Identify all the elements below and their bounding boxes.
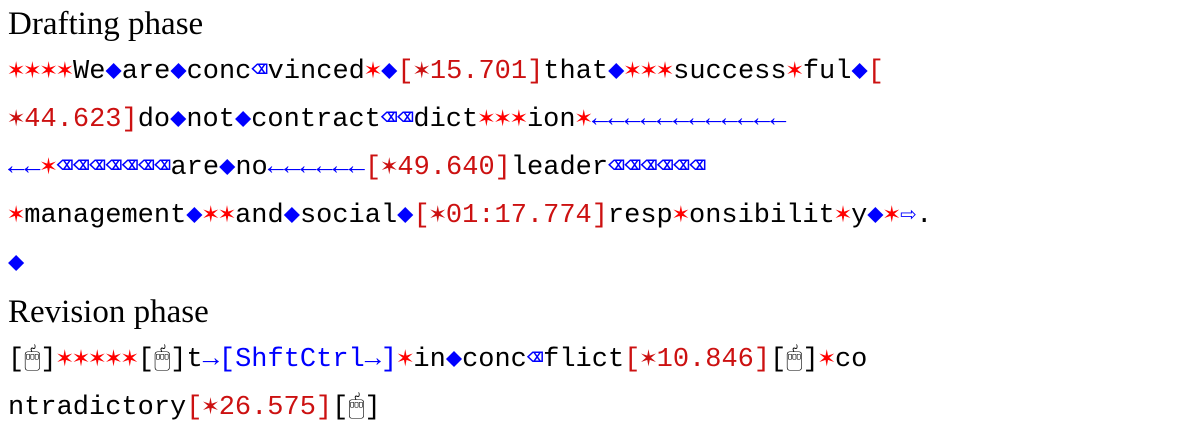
pause-marker: ✶✶✶ [478,105,527,135]
pause-marker: ✶✶✶✶✶ [56,345,138,375]
log-text: in [413,345,446,375]
log-text: that [543,57,609,87]
key-event: ◆ [397,201,414,231]
timestamp: [✶10.846] [624,345,771,375]
key-event: ◆ [219,153,236,183]
drafting-phase-log: ✶✶✶✶We◆are◆conc⌫vinced✶◆[✶15.701]that◆✶✶… [8,48,1188,288]
key-event: →[ShftCtrl→] [202,345,398,375]
key-event: ◆ [170,105,187,135]
log-text: [🖱] [332,393,381,423]
log-text: resp [607,201,673,231]
log-text: [🖱] [770,345,819,375]
pause-marker: ✶ [397,345,414,375]
key-event: ◆ [105,57,122,87]
pause-marker: ✶ [883,201,900,231]
key-event: ⌫⌫⌫⌫⌫⌫⌫ [56,153,171,183]
log-text: co [834,345,868,375]
key-event: ◆ [867,201,884,231]
key-event: ⌫ [251,57,268,87]
timestamp: [✶49.640] [364,153,511,183]
log-text: dict [413,105,479,135]
key-event: ⌫⌫⌫⌫⌫⌫ [608,153,706,183]
pause-marker: ✶ [364,57,382,87]
key-event: ◆ [851,57,868,87]
log-text: [🖱]t [137,345,203,375]
pause-marker: ✶✶ [202,201,236,231]
drafting-log-line: ←←✶⌫⌫⌫⌫⌫⌫⌫are◆no←←←←←←[✶49.640]leader⌫⌫⌫… [8,144,1188,192]
timestamp: ✶44.623] [8,105,138,135]
pause-marker: ✶ [8,201,25,231]
log-text: do [137,105,171,135]
log-text: contract [251,105,381,135]
pause-marker: ✶ [818,345,835,375]
log-text: conc [186,57,252,87]
key-event: ←← [8,153,41,183]
drafting-log-line: ◆ [8,240,1188,288]
log-text: onsibilit [689,201,835,231]
pause-marker: ✶ [672,201,689,231]
revision-phase-log: [🖱]✶✶✶✶✶[🖱]t→[ShftCtrl→]✶in◆conc⌫flict[✶… [8,336,1188,432]
log-text: y [851,201,868,231]
drafting-log-line: ✶management◆✶✶and◆social◆[✶01:17.774]res… [8,192,1188,240]
log-text: are [170,153,220,183]
timestamp: [✶26.575] [186,393,333,423]
log-text: social [299,201,398,231]
key-event: ⇨ [899,201,917,231]
key-event: ◆ [445,345,463,375]
log-text: no [235,153,268,183]
log-text: [🖱] [8,345,57,375]
pause-marker: ✶ [834,201,852,231]
timestamp: [✶01:17.774] [413,201,608,231]
key-event: ◆ [608,57,625,87]
revision-log-line: [🖱]✶✶✶✶✶[🖱]t→[ShftCtrl→]✶in◆conc⌫flict[✶… [8,336,1188,384]
log-text: . [916,201,933,231]
drafting-log-line: ✶44.623]do◆not◆contract⌫⌫dict✶✶✶ion✶←←←←… [8,96,1188,144]
log-text: success [673,57,787,87]
log-text: not [186,105,235,135]
log-text: flict [543,345,625,375]
pause-marker: ✶✶✶ [624,57,674,87]
log-text: management [24,201,187,231]
revision-log-line: ntradictory[✶26.575][🖱] [8,384,1188,432]
log-text: and [235,201,284,231]
key-event: ←←←←←←←←←←←← [591,105,787,135]
log-text: leader [510,153,609,183]
pause-marker: ✶ [786,57,803,87]
pause-marker: ✶ [40,153,57,183]
log-text: are [121,57,171,87]
key-event: ◆ [8,249,25,279]
key-event: ←←←←←← [267,153,365,183]
key-event: ◆ [283,201,300,231]
log-text: ion [526,105,576,135]
keystroke-log-page: Drafting phase ✶✶✶✶We◆are◆conc⌫vinced✶◆[… [8,0,1188,432]
timestamp: [ [867,57,884,87]
pause-marker: ✶ [575,105,592,135]
log-text: We [73,57,106,87]
key-event: ⌫⌫ [380,105,414,135]
timestamp: [✶15.701] [397,57,544,87]
key-event: ◆ [381,57,398,87]
key-event: ◆ [170,57,187,87]
drafting-phase-heading: Drafting phase [8,6,204,42]
revision-phase-heading: Revision phase [8,294,209,330]
key-event: ◆ [234,105,252,135]
log-text: ntradictory [8,393,187,423]
drafting-log-line: ✶✶✶✶We◆are◆conc⌫vinced✶◆[✶15.701]that◆✶✶… [8,48,1188,96]
log-text: vinced [267,57,365,87]
key-event: ⌫ [526,345,544,375]
log-text: conc [462,345,527,375]
key-event: ◆ [186,201,203,231]
log-text: ful [802,57,852,87]
pause-marker: ✶✶✶✶ [8,57,74,87]
